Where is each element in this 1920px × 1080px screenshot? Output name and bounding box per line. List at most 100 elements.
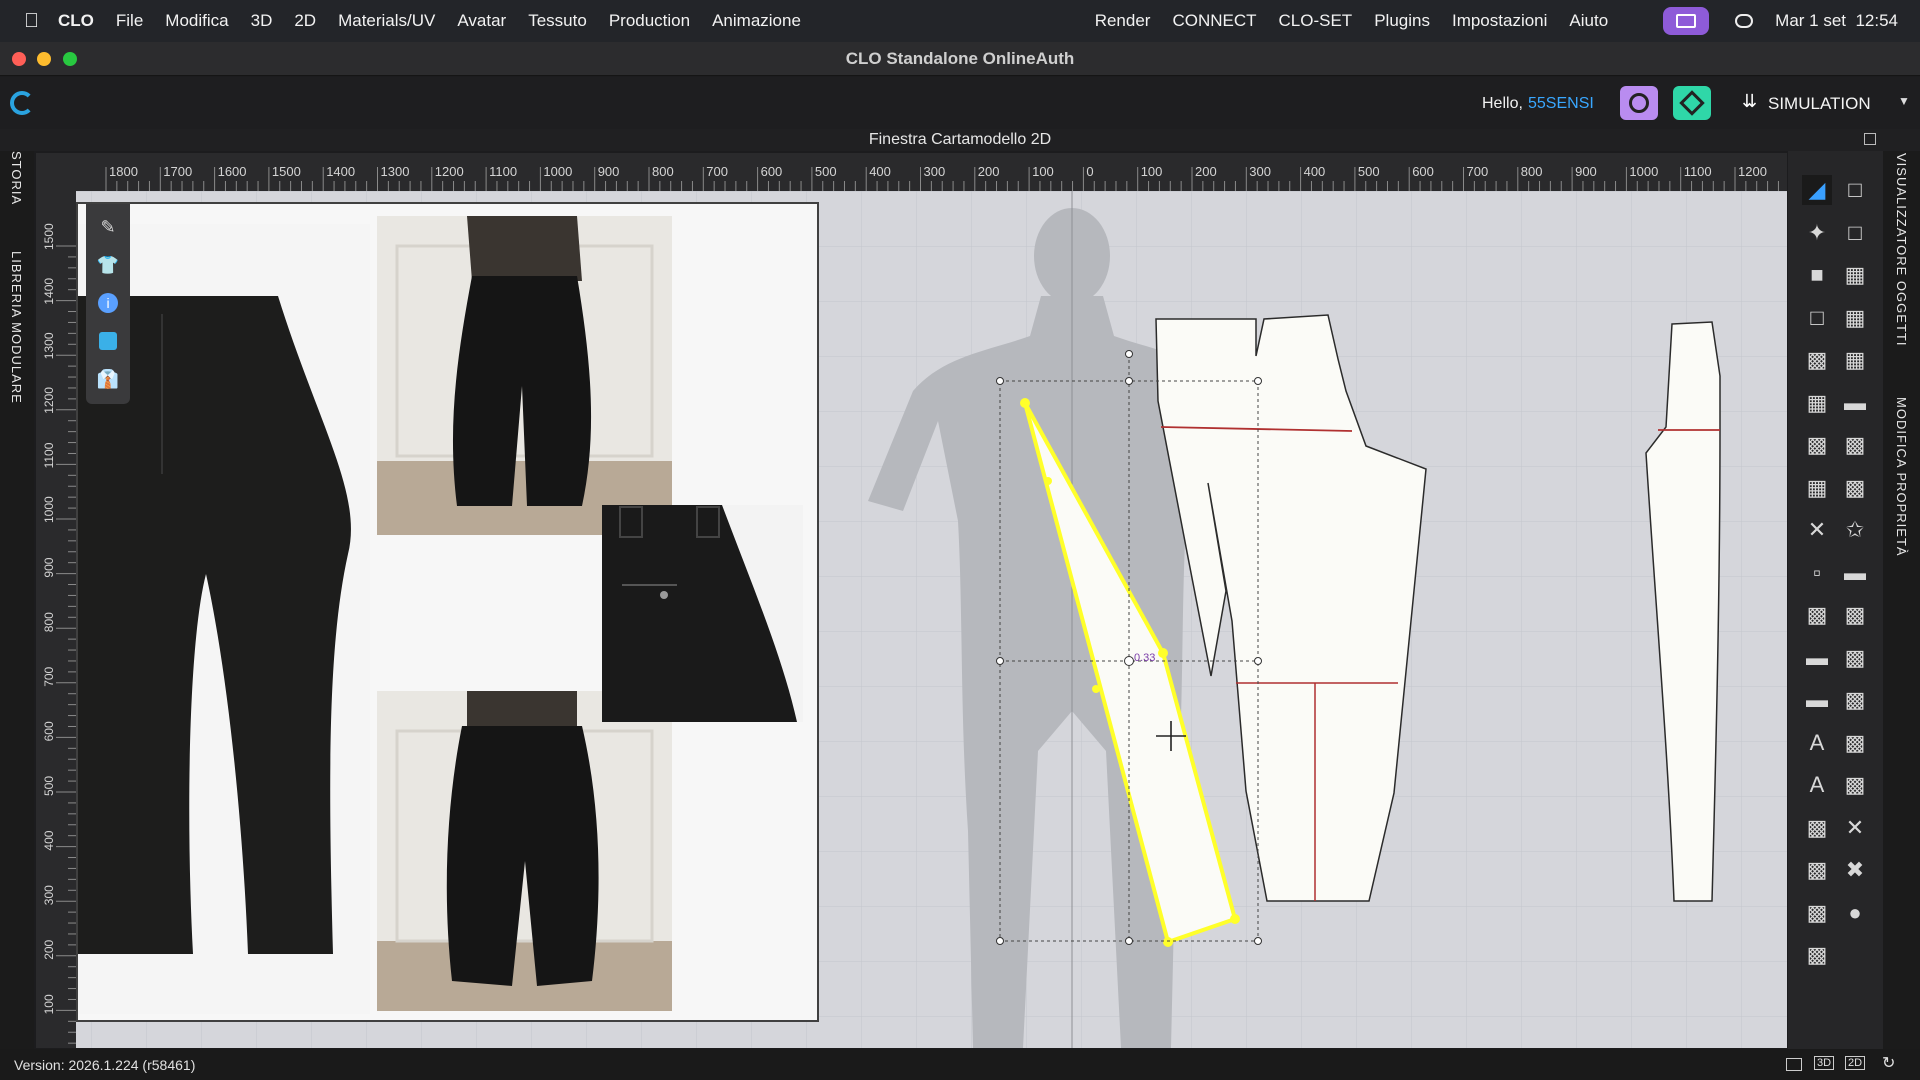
ruler-label: 1000 [1629,164,1658,179]
menu-avatar[interactable]: Avatar [457,11,506,31]
menu-clo-set[interactable]: CLO-SET [1279,11,1353,31]
menu-connect[interactable]: CONNECT [1172,11,1256,31]
cross-tool-icon[interactable]: ✖ [1840,855,1870,885]
ruler-label: 500 [815,164,837,179]
right-side-tabs: VISUALIZZATORE OGGETTI MODIFICA PROPRIET… [1883,151,1920,1049]
simulation-mode-label[interactable]: SIMULATION [1768,94,1871,114]
detach-window-icon[interactable] [1864,133,1876,145]
ruler-label: 300 [924,164,946,179]
menu-modifica[interactable]: Modifica [165,11,228,31]
mode-dropdown-icon[interactable]: ▼ [1898,94,1910,108]
clock[interactable]: Mar 1 set 12:54 [1775,11,1898,31]
menu-animazione[interactable]: Animazione [712,11,801,31]
segment-sewing-tool-icon[interactable]: ▦ [1802,388,1832,418]
ruler-label: 800 [652,164,674,179]
ruler-label: 300 [1249,164,1271,179]
view-2d-icon[interactable]: 2D [1845,1056,1866,1070]
text-edit-tool-icon[interactable]: A [1802,770,1832,800]
text-tool-icon[interactable]: A [1802,728,1832,758]
ruler-label: 100 [1032,164,1054,179]
screen-mirror-icon[interactable] [1663,7,1710,35]
user-name-link[interactable]: 55SENSI [1528,95,1594,113]
topstitch-tool-icon[interactable]: ▬ [1840,558,1870,588]
shrink-tool-icon[interactable]: ▩ [1802,855,1832,885]
ruler-label: 1700 [163,164,192,179]
menu-materials[interactable]: Materials/UV [338,11,435,31]
trace-tool-icon[interactable]: ▦ [1840,345,1870,375]
ruler-label: 1800 [109,164,138,179]
pattern-tool-icon[interactable]: ▩ [1802,898,1832,928]
ruler-label: 1200 [1738,164,1767,179]
fill-tool-icon[interactable]: ● [1840,898,1870,928]
zipper-tool-icon[interactable]: ▩ [1840,473,1870,503]
menu-3d[interactable]: 3D [251,11,273,31]
menu-tessuto[interactable]: Tessuto [528,11,587,31]
community-icon[interactable] [1620,86,1658,120]
pin-tool-icon[interactable]: ▦ [1802,473,1832,503]
tape-measure-tool-icon[interactable]: ▩ [1840,685,1870,715]
pleats-tool-icon[interactable]: ▫ [1802,558,1832,588]
menu-aiuto[interactable]: Aiuto [1569,11,1608,31]
marketplace-icon[interactable] [1673,86,1711,120]
simulation-chevron-icon[interactable]: ⇊ [1742,91,1757,112]
tab-libreria-modulare[interactable]: LIBRERIA MODULARE [9,251,24,404]
reference-photo-pocket-detail [602,505,803,722]
select-tool-icon[interactable]: ◢ [1802,175,1832,205]
annotation-tool-icon[interactable]: ▩ [1840,728,1870,758]
dart-tool-icon[interactable]: ▩ [1802,345,1832,375]
menu-plugins[interactable]: Plugins [1374,11,1430,31]
grading-tool-icon[interactable]: ▩ [1840,770,1870,800]
edge-tool-icon[interactable]: ✕ [1840,813,1870,843]
ruler-label: 700 [1467,164,1489,179]
button-tool-icon[interactable]: ▩ [1840,430,1870,460]
elastic-tool-icon[interactable]: ▬ [1802,643,1832,673]
menu-production[interactable]: Production [609,11,690,31]
rectangle-tool-icon[interactable]: ▦ [1840,260,1870,290]
menu-app-name[interactable]: CLO [58,11,94,31]
menu-render[interactable]: Render [1095,11,1151,31]
menu-2d[interactable]: 2D [294,11,316,31]
menu-impostazioni[interactable]: Impostazioni [1452,11,1547,31]
transform-pattern-tool-icon[interactable]: □ [1840,175,1870,205]
refresh-icon[interactable]: ↻ [1882,1053,1895,1073]
free-sewing-tool-icon[interactable]: ▬ [1840,388,1870,418]
pen-icon[interactable]: ✎ [93,212,123,242]
fabric-icon[interactable] [93,326,123,356]
app-toolbar: Hello, 55SENSI ⇊ SIMULATION ▼ [0,77,1920,129]
edit-point-tool-icon[interactable]: ✦ [1802,218,1832,248]
tab-visualizzatore-oggetti[interactable]: VISUALIZZATORE OGGETTI [1894,153,1909,346]
reference-image-board[interactable]: ✎ 👕 i 👔 [76,202,819,1022]
measure-tool-icon[interactable]: ✩ [1840,515,1870,545]
ruler-label: 800 [1521,164,1543,179]
internal-rectangle-tool-icon[interactable]: ▦ [1840,303,1870,333]
ruler-label: 1000 [543,164,572,179]
apple-icon[interactable]:  [24,10,39,33]
tab-modifica-proprieta[interactable]: MODIFICA PROPRIETÀ [1894,397,1909,557]
left-side-tabs: STORIA LIBRERIA MODULARE [0,151,34,1049]
seam-line-tool-icon[interactable]: ✕ [1802,515,1832,545]
version-label: Version: 2026.1.224 (r58461) [14,1057,196,1073]
clo-logo[interactable] [10,91,34,115]
tab-storia[interactable]: STORIA [9,151,24,205]
garment-icon[interactable]: 👕 [93,250,123,280]
avatar-garment-icon[interactable]: 👔 [93,364,123,394]
control-center-icon[interactable] [1735,14,1754,28]
menu-file[interactable]: File [116,11,143,31]
graphic-tool-icon[interactable]: ▩ [1802,813,1832,843]
pattern-canvas[interactable]: 1800 1700 1600 1500 1400 1300 1200 1100 1000 900 8… [36,153,1787,1048]
horizontal-ruler[interactable]: 1800 1700 1600 1500 1400 1300 1200 1100 1000 900 8… [36,153,1787,191]
fold-arrangement-tool-icon[interactable]: ▩ [1802,430,1832,460]
edit-curvature-tool-icon[interactable]: □ [1840,218,1870,248]
paint-bucket-icon[interactable]: ▩ [1802,940,1832,970]
internal-shape-tool-icon[interactable]: □ [1802,303,1832,333]
pattern-window-title: Finestra Cartamodello 2D [0,129,1920,151]
view-3d-icon[interactable]: 3D [1814,1056,1835,1070]
ruler-line-tool-icon[interactable]: ▩ [1840,600,1870,630]
polygon-tool-icon[interactable]: ■ [1802,260,1832,290]
hello-label: Hello, [1482,95,1523,112]
puckering-tool-icon[interactable]: ▩ [1840,643,1870,673]
info-icon[interactable]: i [93,288,123,318]
notch-tool-icon[interactable]: ▩ [1802,600,1832,630]
ruler-tool-icon[interactable]: ▬ [1802,685,1832,715]
layout-single-icon[interactable] [1786,1058,1802,1071]
